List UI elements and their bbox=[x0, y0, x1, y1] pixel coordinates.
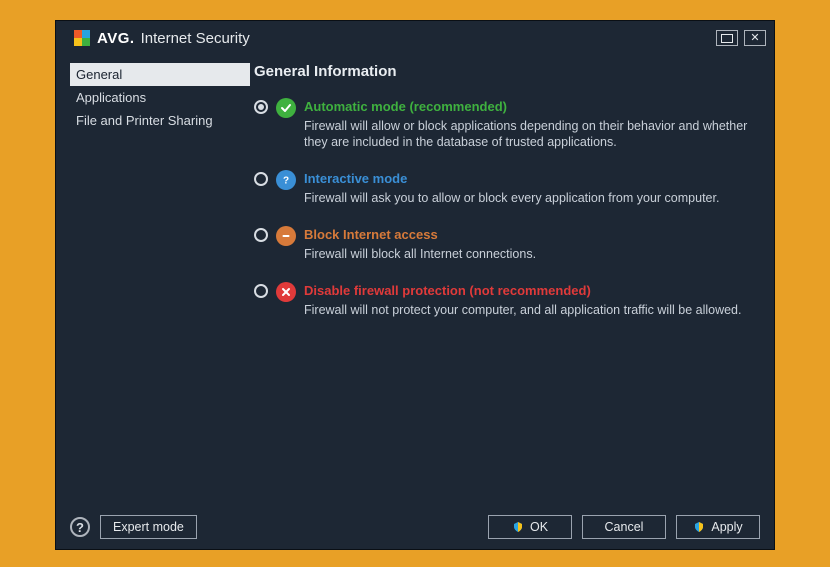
minus-icon bbox=[276, 226, 296, 246]
option-title: Automatic mode (recommended) bbox=[304, 98, 760, 116]
expert-mode-button[interactable]: Expert mode bbox=[100, 515, 197, 539]
footer: ? Expert mode OK Cancel Apply bbox=[56, 505, 774, 549]
sidebar-item-label: File and Printer Sharing bbox=[76, 113, 213, 128]
sidebar-item-label: General bbox=[76, 67, 122, 82]
radio-interactive[interactable] bbox=[254, 172, 268, 186]
section-heading: General Information bbox=[254, 63, 760, 80]
option-description: Firewall will ask you to allow or block … bbox=[304, 190, 760, 206]
radio-automatic[interactable] bbox=[254, 100, 268, 114]
option-title: Interactive mode bbox=[304, 170, 760, 188]
button-label: Expert mode bbox=[113, 520, 184, 534]
svg-text:?: ? bbox=[283, 176, 289, 187]
help-icon[interactable]: ? bbox=[70, 517, 90, 537]
button-label: OK bbox=[530, 520, 548, 534]
product-name: Internet Security bbox=[141, 30, 250, 47]
maximize-button[interactable] bbox=[716, 30, 738, 46]
question-icon: ? bbox=[276, 170, 296, 190]
option-description: Firewall will block all Internet connect… bbox=[304, 246, 760, 262]
avg-logo-icon bbox=[74, 30, 90, 46]
sidebar-item-label: Applications bbox=[76, 90, 146, 105]
check-icon bbox=[276, 98, 296, 118]
sidebar-item-applications[interactable]: Applications bbox=[70, 86, 250, 109]
settings-window: AVG. Internet Security ✕ General Applica… bbox=[55, 20, 775, 550]
option-title: Disable firewall protection (not recomme… bbox=[304, 282, 760, 300]
titlebar: AVG. Internet Security ✕ bbox=[56, 21, 774, 55]
radio-disable[interactable] bbox=[254, 284, 268, 298]
button-label: Cancel bbox=[605, 520, 644, 534]
radio-block[interactable] bbox=[254, 228, 268, 242]
sidebar-item-file-printer-sharing[interactable]: File and Printer Sharing bbox=[70, 109, 250, 132]
button-label: Apply bbox=[711, 520, 742, 534]
content-area: General Applications File and Printer Sh… bbox=[56, 55, 774, 505]
cancel-button[interactable]: Cancel bbox=[582, 515, 666, 539]
option-block: Block Internet access Firewall will bloc… bbox=[254, 226, 760, 262]
main-panel: General Information Automatic mode (reco… bbox=[250, 61, 760, 505]
shield-icon bbox=[693, 521, 705, 533]
close-button[interactable]: ✕ bbox=[744, 30, 766, 46]
sidebar: General Applications File and Printer Sh… bbox=[70, 61, 250, 505]
sidebar-item-general[interactable]: General bbox=[70, 63, 250, 86]
option-title: Block Internet access bbox=[304, 226, 760, 244]
option-interactive: ? Interactive mode Firewall will ask you… bbox=[254, 170, 760, 206]
option-description: Firewall will allow or block application… bbox=[304, 118, 760, 150]
option-description: Firewall will not protect your computer,… bbox=[304, 302, 760, 318]
apply-button[interactable]: Apply bbox=[676, 515, 760, 539]
brand-text: AVG. bbox=[97, 30, 135, 47]
shield-icon bbox=[512, 521, 524, 533]
cross-icon bbox=[276, 282, 296, 302]
option-automatic: Automatic mode (recommended) Firewall wi… bbox=[254, 98, 760, 150]
option-disable: Disable firewall protection (not recomme… bbox=[254, 282, 760, 318]
ok-button[interactable]: OK bbox=[488, 515, 572, 539]
